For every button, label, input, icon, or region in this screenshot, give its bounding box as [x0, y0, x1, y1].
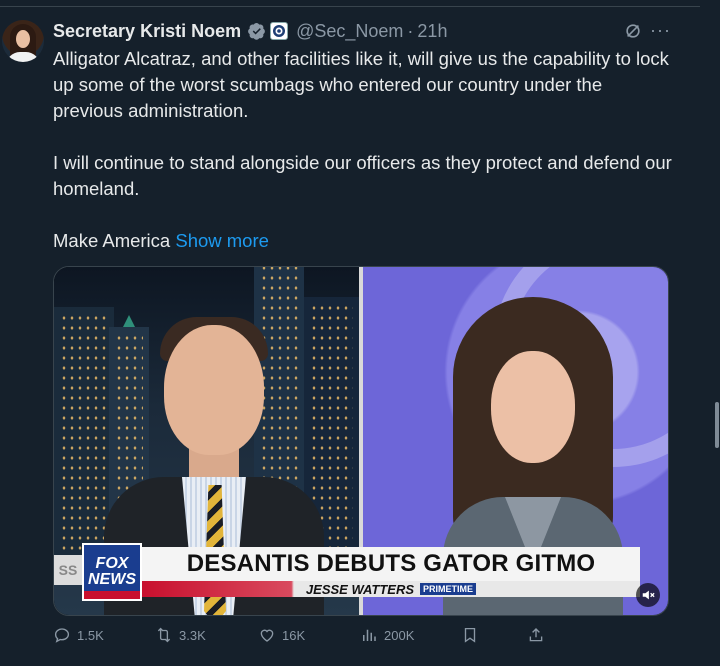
reply-icon	[54, 628, 70, 643]
verified-badge-icon[interactable]	[248, 22, 266, 40]
bookmark-button[interactable]	[461, 626, 479, 644]
repost-button[interactable]: 3.3K	[155, 626, 206, 644]
chyron-headline: DESANTIS DEBUTS GATOR GITMO	[142, 547, 640, 581]
tweet-card[interactable]: Secretary Kristi Noem @Sec_Noem · 21h ··…	[0, 0, 720, 666]
tweet-paragraph: Alligator Alcatraz, and other facilities…	[53, 48, 669, 121]
reply-button[interactable]: 1.5K	[53, 626, 104, 644]
views-button[interactable]: 200K	[360, 626, 414, 644]
video-player[interactable]: SS FOX NEWS DESANTIS DEBUTS GATOR GITMO …	[53, 266, 669, 616]
news-chyron: FOX NEWS DESANTIS DEBUTS GATOR GITMO JES…	[82, 543, 640, 601]
analytics-icon	[363, 629, 376, 641]
heart-icon	[260, 629, 274, 642]
show-tag: PRIMETIME	[420, 583, 477, 595]
tweet-text: Alligator Alcatraz, and other facilities…	[53, 46, 673, 254]
share-icon	[529, 628, 543, 642]
show-name: JESSE WATTERS	[305, 581, 415, 597]
fox-news-logo: FOX NEWS	[82, 543, 142, 601]
tweet-paragraph-text: Make America	[53, 230, 176, 251]
repost-count: 3.3K	[179, 627, 206, 643]
avatar[interactable]	[2, 20, 44, 62]
mute-icon[interactable]	[636, 583, 660, 607]
logo-line-1: FOX	[95, 555, 129, 572]
logo-line-2: NEWS	[88, 571, 136, 588]
scrollbar-thumb[interactable]	[715, 402, 719, 448]
show-more-link[interactable]: Show more	[175, 230, 269, 251]
dhs-seal-icon[interactable]	[270, 22, 289, 40]
tweet-paragraph: Make America Show more	[53, 228, 673, 254]
grok-icon[interactable]	[624, 22, 642, 40]
repost-icon	[157, 627, 171, 643]
bookmark-icon	[464, 627, 476, 643]
views-count: 200K	[384, 627, 415, 643]
author-name[interactable]: Secretary Kristi Noem	[53, 21, 241, 42]
separator-dot: ·	[407, 20, 414, 41]
like-count: 16K	[282, 627, 306, 643]
tweet-actions: 1.5K 3.3K 16K 200K	[53, 626, 553, 648]
reply-count: 1.5K	[77, 627, 104, 643]
more-icon[interactable]: ···	[650, 20, 671, 41]
tweet-paragraph: I will continue to stand alongside our o…	[53, 152, 672, 199]
like-button[interactable]: 16K	[258, 626, 305, 644]
author-handle[interactable]: @Sec_Noem	[296, 21, 403, 42]
tweet-header: Secretary Kristi Noem @Sec_Noem · 21h	[53, 20, 447, 42]
divider	[0, 6, 700, 7]
share-button[interactable]	[527, 626, 545, 644]
timestamp[interactable]: 21h	[417, 21, 447, 42]
chyron-subline: JESSE WATTERS PRIMETIME	[142, 581, 640, 597]
left-ticker: SS	[54, 555, 82, 585]
